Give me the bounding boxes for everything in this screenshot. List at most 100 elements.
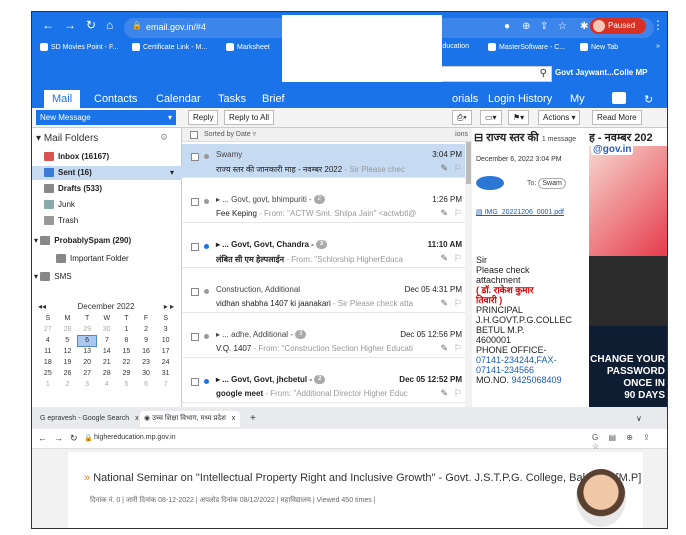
bookmark-item[interactable]: SD Movies Point - F... [40,43,118,51]
tab-briefcase[interactable]: Brief [262,93,285,105]
unread-dot-icon[interactable] [204,244,209,249]
tag-icon[interactable]: ▭▾ [480,110,502,125]
tab-contacts[interactable]: Contacts [94,93,137,105]
row-checkbox[interactable] [191,378,199,386]
flag-icon[interactable]: ⚐ [454,208,462,219]
reply-all-button[interactable]: Reply to All [224,110,275,125]
user-menu[interactable]: Govt Jaywant...Colle MP [555,68,647,77]
calendar-day[interactable]: 3 [77,379,97,390]
calendar-day[interactable]: 27 [38,324,58,335]
folder-sms[interactable]: ▾ SMS [32,270,182,284]
calendar-day[interactable]: 16 [136,346,156,357]
ad-banner[interactable]: ह - नवम्बर 202 @gov.in CHANGE YOUR PASSW… [589,128,667,420]
calendar-day[interactable]: 15 [117,346,137,357]
profile-paused-button[interactable]: Paused [590,18,646,34]
calendar-day[interactable]: 24 [156,357,176,368]
expand-icon[interactable] [612,92,626,104]
folders-header[interactable]: ▾ Mail Folders [36,133,98,144]
unread-dot-icon[interactable] [204,289,209,294]
message-row[interactable]: Construction, Additional Dec 05 4:31 PM vi… [182,279,472,313]
reply-button[interactable]: Reply [188,110,219,125]
search-icon[interactable]: ⚲ [540,68,547,79]
calendar-day[interactable]: 8 [117,335,137,346]
bookmark-item[interactable]: MasterSoftware - C... [488,43,565,51]
news-title[interactable]: » National Seminar on "Intellectual Prop… [84,472,641,484]
scroll-thumb[interactable] [466,142,471,184]
next-month-icon[interactable]: ▸ ▸ [164,302,174,311]
chevron-down-icon[interactable]: ∨ [632,411,642,427]
gear-icon[interactable]: ⚙ [160,132,168,143]
tab-highereducation[interactable]: ◉ उच्च शिक्षा विभाग, मध्य प्रदेश x [140,411,240,427]
calendar-day[interactable]: 4 [97,379,117,390]
scrollbar[interactable] [465,142,472,420]
bookmark-item[interactable]: New Tab [580,43,618,51]
calendar-day[interactable]: 17 [156,346,176,357]
tab-mail[interactable]: Mail [44,90,81,108]
unread-dot-icon[interactable] [204,334,209,339]
flag-icon[interactable]: ⚐ [454,343,462,354]
flag-icon[interactable]: ⚐ [454,298,462,309]
calendar-day[interactable]: 4 [38,335,58,346]
calendar-day[interactable]: 27 [77,368,97,379]
folder-inbox[interactable]: Inbox (16167) [32,150,182,164]
close-icon[interactable]: x [135,415,139,422]
calendar-day[interactable]: 31 [156,368,176,379]
message-row[interactable]: ▸ ... Govt, Govt, Chandra - 3 11:10 AM लंब… [182,234,472,268]
reload-icon[interactable]: ↻ [86,18,96,32]
calendar-day[interactable]: 19 [58,357,78,368]
read-more-button[interactable]: Read More [592,110,642,125]
row-checkbox[interactable] [191,333,199,341]
calendar-day[interactable]: 20 [77,357,97,368]
calendar-day[interactable]: 11 [38,346,58,357]
calendar-day[interactable]: 2 [136,324,156,335]
new-message-button[interactable]: New Message ▾ [36,110,176,125]
calendar-day[interactable]: 22 [117,357,137,368]
calendar-day[interactable]: 14 [97,346,117,357]
back-icon[interactable]: ← [42,18,54,32]
recipient-pill[interactable]: Swam [538,178,566,189]
tab-epravesh[interactable]: G epravesh - Google Search x [36,411,139,427]
tab-calendar[interactable]: Calendar [156,93,201,105]
folder-probablyspam[interactable]: ▾ ProbablySpam (290) [32,234,182,248]
back-icon[interactable]: ← [38,433,47,443]
calendar-day[interactable]: 28 [58,324,78,335]
actions-button[interactable]: Actions ▾ [538,110,581,125]
location-icon[interactable]: ● [504,21,510,32]
calendar-day[interactable]: 25 [38,368,58,379]
calendar-day[interactable]: 29 [117,368,137,379]
zoom-icon[interactable]: ⊕ [522,21,530,32]
calendar-day[interactable]: 3 [156,324,176,335]
calendar-day[interactable]: 6 [136,379,156,390]
folder-junk[interactable]: Junk [32,198,182,212]
chevron-down-icon[interactable]: ▾ [168,110,172,125]
calendar-day[interactable]: 30 [97,324,117,335]
bookmark-item[interactable]: Certificate Link - M... [132,43,207,51]
row-checkbox[interactable] [191,288,199,296]
flag-icon[interactable]: ⚐ [454,253,462,264]
row-checkbox[interactable] [191,243,199,251]
calendar-day[interactable]: 10 [156,335,176,346]
forward-icon[interactable]: → [64,18,76,32]
calendar-day[interactable]: 23 [136,357,156,368]
close-icon[interactable]: x [232,415,236,422]
print-icon[interactable]: ⎙▾ [452,110,472,125]
calendar-day[interactable]: 13 [77,346,97,357]
calendar-day[interactable]: 7 [97,335,117,346]
select-all-checkbox[interactable] [190,131,198,139]
calendar-day[interactable]: 5 [58,335,78,346]
menu-icon[interactable]: ⋮ [652,18,664,32]
calendar-day[interactable]: 2 [58,379,78,390]
calendar-day[interactable]: 18 [38,357,58,368]
folder-drafts[interactable]: Drafts (533) [32,182,182,196]
flag-menu-icon[interactable]: ⚑▾ [508,110,530,125]
calendar-day[interactable]: 29 [77,324,97,335]
bookmark-item[interactable]: Marksheet [226,43,270,51]
tab-my[interactable]: My [570,93,585,105]
star-icon[interactable]: ☆ [558,21,567,32]
calendar-day[interactable]: 1 [117,324,137,335]
calendar-day[interactable]: 26 [58,368,78,379]
calendar-day[interactable]: 5 [117,379,137,390]
message-row[interactable]: ▸ ... Govt, Govt, jhcbetul - 2 Dec 05 12:… [182,369,472,403]
new-tab-button[interactable]: + [246,411,256,427]
reload-icon[interactable]: ↻ [70,433,78,444]
